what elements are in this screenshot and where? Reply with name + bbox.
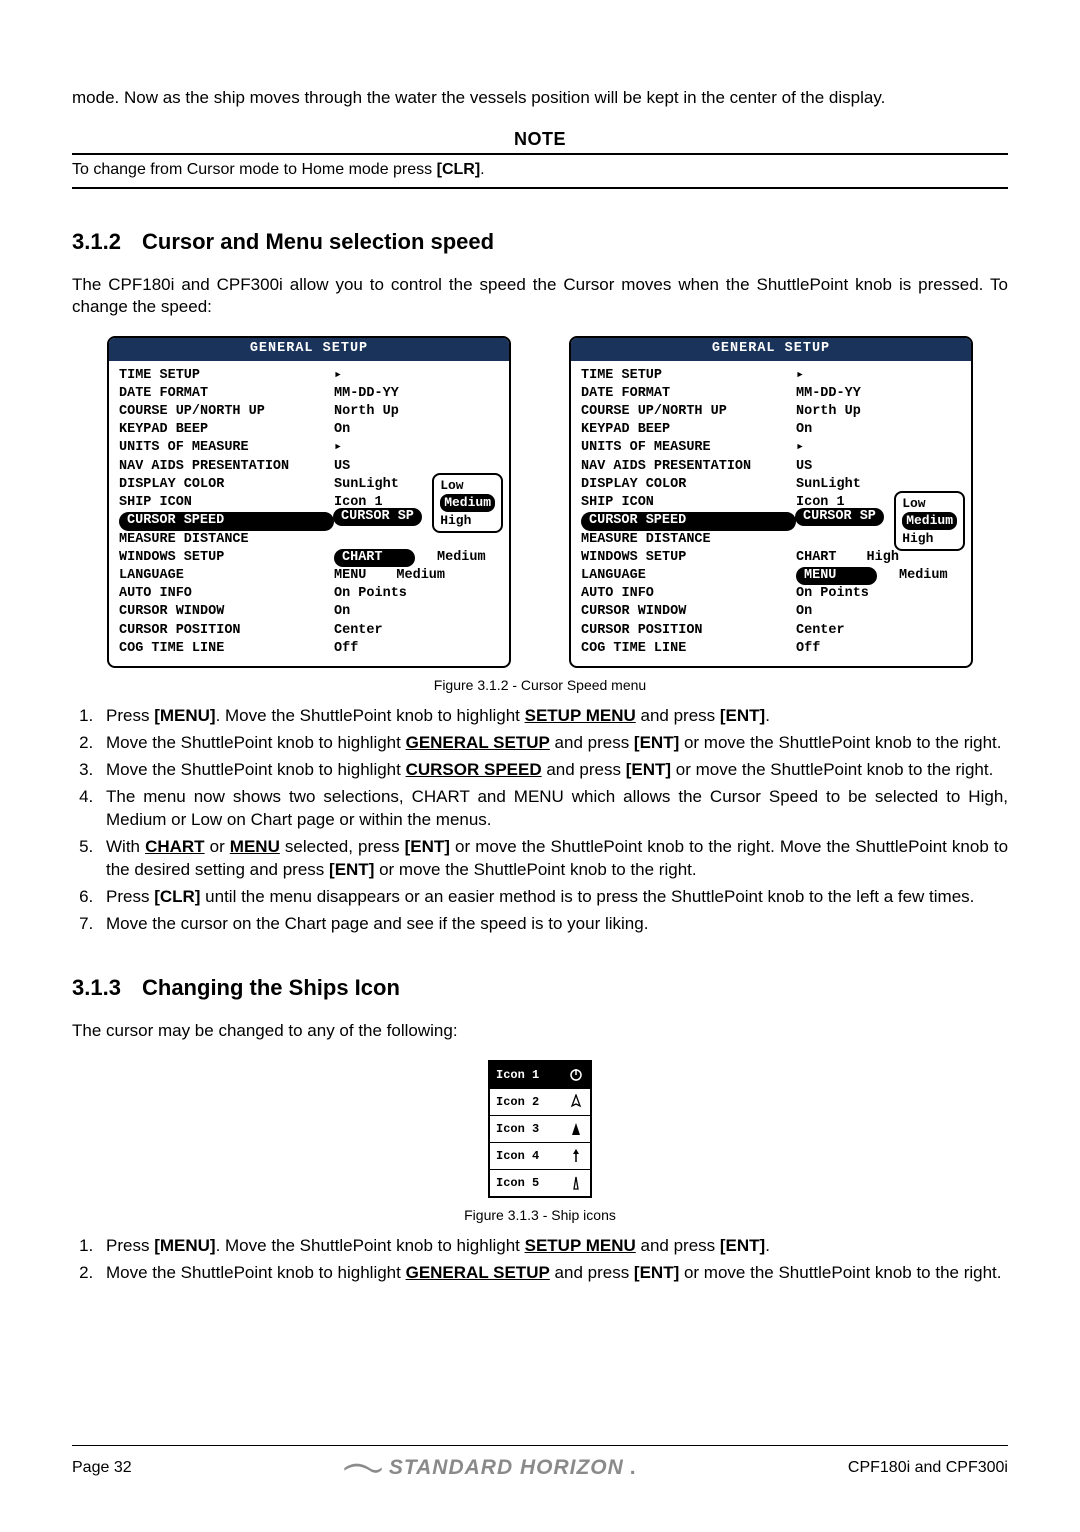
ship-icons-box: Icon 1 Icon 2 Icon 3 Icon 4 Icon 5 [488, 1060, 592, 1198]
footer-model: CPF180i and CPF300i [848, 1457, 1008, 1479]
footer-brand-text: STANDARD HORIZON [389, 1454, 624, 1482]
ship-icon-4-svg [568, 1148, 584, 1164]
note-title: NOTE [72, 127, 1008, 151]
menu-title-left: GENERAL SETUP [109, 338, 509, 360]
section-313-title: Changing the Ships Icon [142, 975, 400, 1000]
step-item: With CHART or MENU selected, press [ENT]… [98, 836, 1008, 882]
figure-313-caption: Figure 3.1.3 - Ship icons [72, 1206, 1008, 1225]
section-312-heading: 3.1.2Cursor and Menu selection speed [72, 227, 1008, 257]
chart-pill: CHART [334, 549, 415, 567]
ship-icon-2: Icon 2 [490, 1089, 590, 1116]
step-item: The menu now shows two selections, CHART… [98, 786, 1008, 832]
page-footer: Page 32 STANDARD HORIZON. CPF180i and CP… [72, 1445, 1008, 1482]
menu-box-right: GENERAL SETUP TIME SETUP▸ DATE FORMATMM-… [569, 336, 973, 668]
ship-icon-1: Icon 1 [490, 1062, 590, 1089]
note-body-2: . [480, 161, 484, 178]
step-item: Move the ShuttlePoint knob to highlight … [98, 1262, 1008, 1285]
ship-icon-1-svg [568, 1067, 584, 1083]
note-key: [CLR] [437, 161, 481, 178]
cursor-speed-highlight: CURSOR SPEED [119, 512, 334, 530]
ship-icon-2-svg [568, 1094, 584, 1110]
section-313-num: 3.1.3 [72, 973, 142, 1003]
section-312-lead: The CPF180i and CPF300i allow you to con… [72, 274, 1008, 320]
section-313-lead: The cursor may be changed to any of the … [72, 1020, 1008, 1043]
note-body-1: To change from Cursor mode to Home mode … [72, 161, 437, 178]
menu-screenshots: GENERAL SETUP TIME SETUP▸ DATE FORMATMM-… [72, 336, 1008, 668]
step-item: Press [CLR] until the menu disappears or… [98, 886, 1008, 909]
ship-icon-3: Icon 3 [490, 1116, 590, 1143]
section-312-num: 3.1.2 [72, 227, 142, 257]
footer-brand: STANDARD HORIZON. [343, 1454, 637, 1482]
section-313-heading: 3.1.3Changing the Ships Icon [72, 973, 1008, 1003]
popup-right: Low Medium High [894, 491, 965, 552]
ship-icon-3-svg [568, 1121, 584, 1137]
step-item: Move the ShuttlePoint knob to highlight … [98, 732, 1008, 755]
step-item: Press [MENU]. Move the ShuttlePoint knob… [98, 705, 1008, 728]
ship-icon-5-svg [568, 1175, 584, 1191]
steps-312: Press [MENU]. Move the ShuttlePoint knob… [72, 705, 1008, 935]
ship-icon-4: Icon 4 [490, 1143, 590, 1170]
figure-312-caption: Figure 3.1.2 - Cursor Speed menu [72, 676, 1008, 695]
brand-logo-icon [343, 1457, 383, 1479]
ship-icon-5: Icon 5 [490, 1170, 590, 1196]
steps-313: Press [MENU]. Move the ShuttlePoint knob… [72, 1235, 1008, 1285]
step-item: Press [MENU]. Move the ShuttlePoint knob… [98, 1235, 1008, 1258]
note-box: To change from Cursor mode to Home mode … [72, 153, 1008, 189]
popup-left: Low Medium High [432, 473, 503, 534]
footer-page: Page 32 [72, 1457, 132, 1479]
menu-title-right: GENERAL SETUP [571, 338, 971, 360]
menu-box-left: GENERAL SETUP TIME SETUP▸ DATE FORMATMM-… [107, 336, 511, 668]
menu-pill: MENU [796, 567, 877, 585]
step-item: Move the ShuttlePoint knob to highlight … [98, 759, 1008, 782]
intro-text: mode. Now as the ship moves through the … [72, 87, 1008, 110]
step-item: Move the cursor on the Chart page and se… [98, 913, 1008, 936]
section-312-title: Cursor and Menu selection speed [142, 229, 494, 254]
